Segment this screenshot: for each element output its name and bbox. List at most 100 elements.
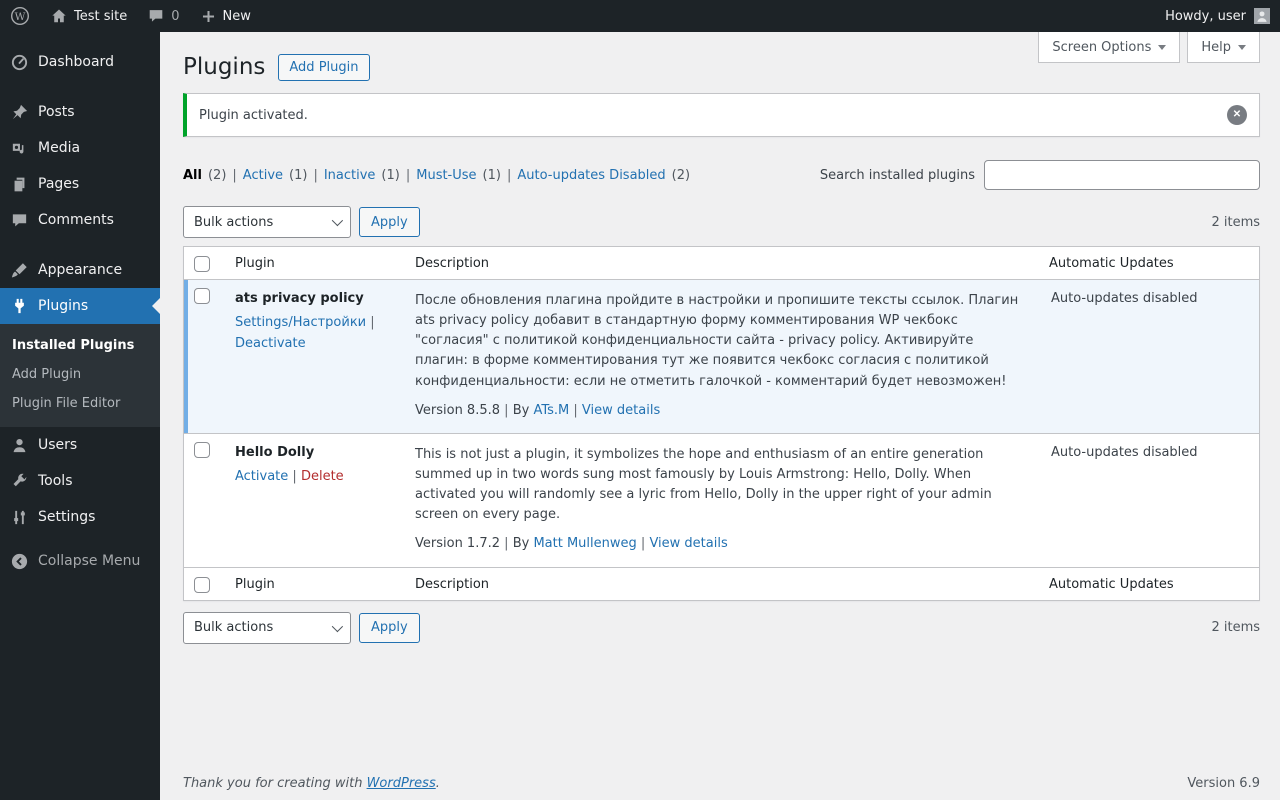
row-select-cell [184, 280, 227, 433]
sidebar-item-users[interactable]: Users [0, 427, 160, 463]
svg-text:W: W [15, 11, 26, 23]
collapse-menu-label: Collapse Menu [38, 553, 141, 569]
filter-inactive-count: (1) [381, 167, 400, 183]
plugin-version: Version 8.5.8 [415, 402, 501, 418]
column-header-plugin[interactable]: Plugin [227, 247, 407, 279]
submenu-installed-plugins[interactable]: Installed Plugins [0, 331, 160, 360]
bulk-actions-group: Bulk actions Apply [183, 206, 420, 238]
collapse-menu-button[interactable]: Collapse Menu [0, 543, 160, 579]
pushpin-icon [9, 102, 29, 122]
screen-options-label: Screen Options [1052, 39, 1152, 55]
sidebar-item-tools[interactable]: Tools [0, 463, 160, 499]
apply-button[interactable]: Apply [359, 612, 420, 643]
user-avatar[interactable] [1254, 8, 1270, 24]
filter-inactive[interactable]: Inactive [324, 168, 376, 183]
wordpress-menu[interactable]: W [0, 0, 40, 32]
sidebar-item-plugins[interactable]: Plugins [0, 288, 160, 324]
plugin-description: После обновления плагина пройдите в наст… [415, 293, 1019, 389]
search-box: Search installed plugins [820, 160, 1260, 190]
row-checkbox[interactable] [194, 288, 210, 304]
sidebar-item-appearance[interactable]: Appearance [0, 252, 160, 288]
sidebar-item-dashboard[interactable]: Dashboard [0, 44, 160, 80]
filter-auto-updates-disabled[interactable]: Auto-updates Disabled [517, 168, 665, 183]
row-checkbox[interactable] [194, 441, 210, 458]
sidebar-item-posts[interactable]: Posts [0, 94, 160, 130]
sidebar-item-label: Users [38, 437, 78, 453]
sidebar-item-label: Posts [38, 104, 75, 120]
new-content-menu[interactable]: New [190, 0, 261, 32]
admin-footer: Thank you for creating with WordPress. V… [183, 776, 1260, 791]
chevron-down-icon [331, 620, 344, 632]
footer-period: . [435, 776, 440, 791]
sidebar-item-label: Tools [38, 473, 73, 489]
column-footer-auto-updates: Automatic Updates [1049, 576, 1174, 592]
chevron-down-icon [331, 214, 344, 227]
screen-options-tab[interactable]: Screen Options [1038, 32, 1181, 63]
site-name-label: Test site [74, 8, 128, 24]
help-tab[interactable]: Help [1187, 32, 1260, 63]
filter-active-count: (1) [289, 167, 308, 183]
items-count: 2 items [1211, 214, 1260, 230]
view-details-link[interactable]: View details [649, 536, 727, 551]
apply-button[interactable]: Apply [359, 207, 420, 237]
select-all-cell [184, 568, 227, 600]
submenu-plugin-file-editor[interactable]: Plugin File Editor [0, 389, 160, 418]
notice-message: Plugin activated. [199, 107, 308, 123]
media-icon [9, 138, 29, 158]
filter-all[interactable]: All [183, 168, 202, 183]
screen-meta-tabs: Screen Options Help [1038, 32, 1260, 63]
submenu-add-plugin[interactable]: Add Plugin [0, 360, 160, 389]
by-label: By [512, 536, 530, 552]
filter-separator: | [405, 167, 411, 183]
plugin-description: This is not just a plugin, it symbolizes… [415, 446, 992, 523]
meta-separator: | [504, 402, 509, 418]
plugin-row-actions: Activate | Delete [235, 467, 399, 488]
bulk-actions-select[interactable]: Bulk actions [183, 206, 351, 238]
filter-must-use-count: (1) [482, 167, 501, 183]
table-header-row: Plugin Description Automatic Updates [184, 247, 1259, 280]
menu-separator [0, 238, 160, 252]
wordpress-logo-icon: W [10, 6, 30, 26]
paintbrush-icon [9, 260, 29, 280]
add-plugin-button[interactable]: Add Plugin [278, 53, 370, 81]
activate-link[interactable]: Activate [235, 469, 288, 484]
table-row: Hello Dolly Activate | Delete This is no… [184, 432, 1259, 567]
select-all-checkbox[interactable] [194, 576, 210, 593]
sidebar-item-comments[interactable]: Comments [0, 202, 160, 238]
comment-bubble-icon [147, 7, 165, 25]
sidebar-item-media[interactable]: Media [0, 130, 160, 166]
site-name-link[interactable]: Test site [40, 0, 137, 32]
bulk-actions-select[interactable]: Bulk actions [183, 611, 351, 644]
plugin-title-cell: ats privacy policy Settings/Настройки | … [227, 280, 407, 433]
plugin-author-link[interactable]: ATs.M [533, 403, 569, 418]
sidebar-item-pages[interactable]: Pages [0, 166, 160, 202]
settings-sliders-icon [9, 507, 29, 527]
filter-active[interactable]: Active [243, 168, 283, 183]
column-footer-plugin[interactable]: Plugin [227, 568, 407, 600]
filter-all-count: (2) [207, 167, 227, 183]
wordpress-link[interactable]: WordPress [367, 776, 436, 791]
by-label: By [512, 402, 530, 418]
plugin-description-cell: This is not just a plugin, it symbolizes… [407, 434, 1041, 567]
pages-icon [9, 174, 29, 194]
view-details-link[interactable]: View details [582, 403, 660, 418]
sidebar: Dashboard Posts Media Pages Comments App… [0, 32, 160, 800]
comments-bubble[interactable]: 0 [137, 0, 189, 32]
comments-icon [9, 210, 29, 230]
select-all-cell [184, 247, 227, 279]
meta-separator: | [640, 536, 646, 552]
search-input[interactable] [984, 160, 1260, 190]
items-count: 2 items [1211, 620, 1260, 636]
settings-link[interactable]: Settings/Настройки [235, 315, 366, 330]
sidebar-item-label: Pages [38, 176, 80, 192]
plugin-author-link[interactable]: Matt Mullenweg [533, 536, 636, 551]
deactivate-link[interactable]: Deactivate [235, 336, 306, 351]
dismiss-notice-icon[interactable] [1227, 105, 1247, 125]
content-area: Screen Options Help Plugins Add Plugin P… [160, 32, 1280, 800]
sidebar-item-settings[interactable]: Settings [0, 499, 160, 535]
filter-must-use[interactable]: Must-Use [416, 168, 476, 183]
select-all-checkbox[interactable] [194, 256, 210, 272]
howdy-greeting[interactable]: Howdy, user [1165, 9, 1246, 24]
footer-thankyou-text: Thank you for creating with [183, 776, 367, 791]
delete-link[interactable]: Delete [301, 469, 344, 484]
